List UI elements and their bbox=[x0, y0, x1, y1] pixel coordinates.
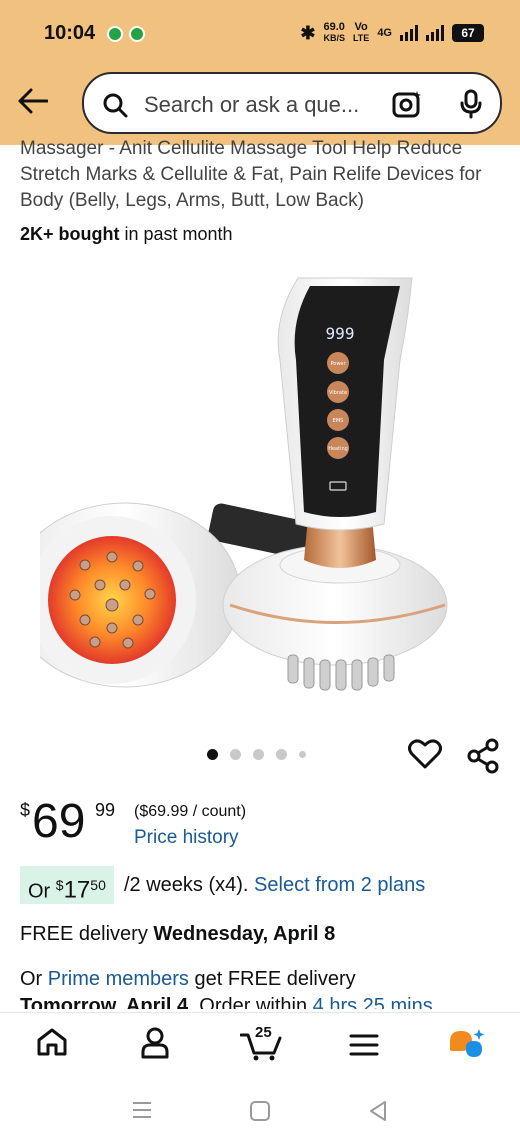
device-button-power: Power bbox=[330, 361, 346, 367]
whatsapp-notification-icon bbox=[107, 26, 123, 42]
heart-icon[interactable] bbox=[408, 738, 442, 770]
device-button-ems: EMS bbox=[333, 418, 344, 424]
bluetooth-icon: ✱ bbox=[300, 22, 316, 43]
payment-plan: Or $1750 /2 weeks (x4). Select from 2 pl… bbox=[20, 866, 500, 906]
cart-count-badge: 25 bbox=[255, 1024, 272, 1041]
bought-count: 2K+ bought in past month bbox=[20, 224, 233, 244]
net-type: 4G bbox=[377, 26, 392, 39]
account-icon[interactable] bbox=[140, 1027, 170, 1059]
select-plans-link[interactable]: Select from 2 plans bbox=[254, 874, 425, 896]
back-system-icon[interactable] bbox=[367, 1100, 389, 1122]
unit-price: ($69.99 / count) bbox=[134, 803, 247, 820]
device-display: 999 bbox=[326, 324, 355, 343]
status-bar: 10:04 ✱ 69.0 KB/S Vo LTE 4G 67 bbox=[0, 0, 520, 62]
carousel-dot[interactable] bbox=[276, 749, 287, 760]
plan-text: /2 weeks (x4). Select from 2 plans bbox=[124, 874, 426, 896]
carousel-dot[interactable] bbox=[299, 751, 306, 758]
signal-icon-2 bbox=[426, 25, 444, 41]
product-title: Massager - Anit Cellulite Massage Tool H… bbox=[20, 138, 482, 211]
carousel-dot[interactable] bbox=[207, 749, 218, 760]
battery-icon: 67 bbox=[452, 24, 484, 42]
search-icon bbox=[103, 93, 128, 118]
recent-apps-icon[interactable] bbox=[131, 1100, 153, 1120]
product-image[interactable]: 999 Power Vibrate EMS Heating bbox=[40, 260, 480, 720]
search-input[interactable]: Search or ask a que... bbox=[144, 92, 359, 118]
search-bar[interactable]: Search or ask a que... bbox=[82, 72, 502, 134]
volte-indicator: Vo LTE bbox=[352, 21, 370, 44]
plan-price-badge: Or $1750 bbox=[20, 866, 114, 904]
delivery-info: FREE delivery Wednesday, April 8 bbox=[20, 923, 336, 945]
status-icons: ✱ 69.0 KB/S Vo LTE 4G 67 bbox=[300, 22, 484, 44]
signal-icon-1 bbox=[400, 25, 418, 41]
rufus-assistant-icon[interactable] bbox=[446, 1027, 488, 1061]
bottom-nav bbox=[0, 1012, 520, 1076]
menu-icon[interactable] bbox=[349, 1033, 379, 1057]
home-system-icon[interactable] bbox=[249, 1100, 271, 1122]
prime-members-link[interactable]: Prime members bbox=[48, 968, 189, 990]
carousel-dot[interactable] bbox=[253, 749, 264, 760]
device-button-vibrate: Vibrate bbox=[329, 390, 347, 396]
back-arrow-icon[interactable] bbox=[18, 88, 48, 114]
microphone-icon[interactable] bbox=[460, 89, 482, 119]
system-nav-bar bbox=[0, 1078, 520, 1142]
prime-delivery-info: Or Prime members get FREE delivery bbox=[20, 968, 356, 990]
price-history-link[interactable]: Price history bbox=[134, 827, 239, 849]
device-button-heating: Heating bbox=[328, 446, 348, 452]
status-time: 10:04 bbox=[44, 22, 96, 44]
chat-notification-icon bbox=[129, 26, 145, 42]
carousel-dot[interactable] bbox=[230, 749, 241, 760]
image-carousel-dots[interactable] bbox=[207, 749, 306, 760]
share-icon[interactable] bbox=[466, 738, 500, 774]
network-speed: 69.0 KB/S bbox=[323, 21, 345, 44]
app-header: 10:04 ✱ 69.0 KB/S Vo LTE 4G 67 Search or bbox=[0, 0, 520, 145]
fastest-delivery-info: Tomorrow, April 4. Order within 4 hrs 25… bbox=[20, 995, 433, 1009]
home-icon[interactable] bbox=[36, 1027, 68, 1057]
camera-search-icon[interactable] bbox=[392, 90, 422, 118]
